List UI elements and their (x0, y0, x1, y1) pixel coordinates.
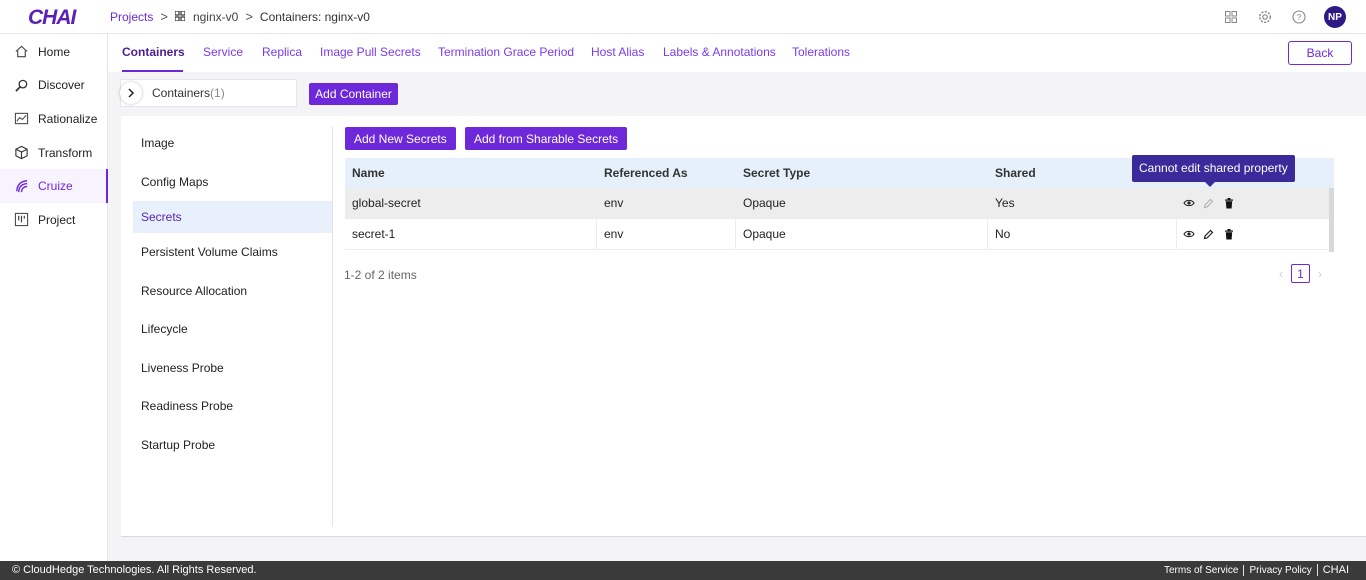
sidebar-item-label: Discover (38, 78, 85, 93)
apps-grid-icon[interactable] (1222, 8, 1240, 26)
tab-bar: Containers Service Replica Image Pull Se… (108, 34, 1366, 72)
sidebar-item-home[interactable]: Home (0, 35, 107, 69)
cruize-icon (16, 179, 28, 192)
pagination-summary: 1-2 of 2 items (344, 268, 417, 282)
tab-image-pull-secrets[interactable]: Image Pull Secrets (320, 45, 421, 59)
sidebar-item-transform[interactable]: Transform (0, 136, 107, 170)
cell-shared: No (988, 219, 1177, 249)
sidebar-item-label: Home (38, 44, 71, 59)
chevron-right-icon[interactable]: › (1318, 267, 1322, 281)
tab-labels-annotations[interactable]: Labels & Annotations (663, 45, 776, 59)
column-header-name: Name (352, 166, 385, 180)
transform-icon (15, 145, 28, 160)
breadcrumb-projects-link[interactable]: Projects (110, 10, 153, 24)
containers-selector[interactable]: Containers(1) (120, 79, 297, 107)
subnav-item-startup-probe[interactable]: Startup Probe (133, 426, 332, 465)
row-actions (1177, 219, 1329, 249)
breadcrumb-separator-icon: > (160, 9, 168, 24)
sidebar-item-discover[interactable]: Discover (0, 69, 107, 103)
eye-icon[interactable] (1182, 197, 1195, 210)
footer: © CloudHedge Technologies. All Rights Re… (0, 561, 1366, 580)
active-tab-indicator (122, 70, 183, 72)
subnav-item-resource-allocation[interactable]: Resource Allocation (133, 272, 332, 311)
gear-icon[interactable] (1256, 8, 1274, 26)
subnav-item-persistent-volume-claims[interactable]: Persistent Volume Claims (133, 233, 332, 272)
add-container-button[interactable]: Add Container (309, 83, 398, 105)
top-bar: CHAI Projects > nginx-v0 > Containers: n… (0, 0, 1366, 34)
tab-replica[interactable]: Replica (262, 45, 302, 59)
cell-name: secret-1 (345, 219, 597, 249)
add-sharable-secrets-button[interactable]: Add from Sharable Secrets (465, 127, 628, 150)
sidebar-item-label: Rationalize (38, 111, 98, 126)
subnav-item-image[interactable]: Image (133, 124, 332, 163)
chevron-right-icon[interactable] (120, 82, 142, 104)
tab-service[interactable]: Service (203, 45, 243, 59)
table-scrollbar[interactable] (1329, 188, 1334, 252)
subnav-item-liveness-probe[interactable]: Liveness Probe (133, 349, 332, 388)
table-row[interactable]: secret-1 env Opaque No (345, 219, 1334, 250)
cell-secret-type: Opaque (736, 188, 988, 218)
divider (332, 126, 333, 526)
tab-host-alias[interactable]: Host Alias (591, 45, 644, 59)
home-icon (15, 45, 28, 58)
subnav-item-config-maps[interactable]: Config Maps (133, 163, 332, 202)
pagination: ‹ 1 › (1279, 264, 1322, 283)
add-new-secrets-button[interactable]: Add New Secrets (345, 127, 456, 150)
sidebar-item-label: Project (38, 212, 76, 227)
container-subnav: Image Config Maps Secrets Persistent Vol… (133, 124, 332, 464)
subnav-item-readiness-probe[interactable]: Readiness Probe (133, 387, 332, 426)
privacy-link[interactable]: Privacy Policy (1243, 564, 1316, 576)
chevron-left-icon[interactable]: ‹ (1279, 267, 1283, 281)
subnav-item-secrets[interactable]: Secrets (133, 201, 332, 233)
tooltip: Cannot edit shared property (1132, 155, 1295, 187)
chai-logo[interactable]: CHAI (28, 6, 76, 30)
cell-referenced-as: env (597, 219, 736, 249)
container-config-panel: Image Config Maps Secrets Persistent Vol… (121, 116, 1366, 537)
breadcrumb-separator-icon: > (245, 9, 253, 24)
sidebar-item-cruize[interactable]: Cruize (0, 169, 108, 203)
cell-secret-type: Opaque (736, 219, 988, 249)
cell-shared: Yes (988, 188, 1177, 218)
containers-count: (1) (210, 86, 225, 100)
trash-icon[interactable] (1222, 228, 1235, 241)
page-number[interactable]: 1 (1291, 264, 1310, 283)
user-avatar[interactable]: NP (1324, 6, 1346, 28)
column-header-secret-type: Secret Type (743, 166, 811, 180)
edit-icon[interactable] (1202, 228, 1215, 241)
back-button[interactable]: Back (1288, 41, 1352, 65)
sidebar-item-label: Cruize (38, 179, 73, 194)
breadcrumb-app-link[interactable]: nginx-v0 (193, 10, 238, 24)
sidebar-item-project[interactable]: Project (0, 203, 107, 237)
footer-brand: CHAI (1316, 564, 1354, 576)
sidebar-item-rationalize[interactable]: Rationalize (0, 102, 107, 136)
cell-referenced-as: env (597, 188, 736, 218)
tab-tolerations[interactable]: Tolerations (792, 45, 850, 59)
svg-text:?: ? (1297, 13, 1302, 22)
copyright-text: © CloudHedge Technologies. All Rights Re… (12, 564, 257, 576)
tab-containers[interactable]: Containers (122, 45, 185, 59)
tab-termination-grace-period[interactable]: Termination Grace Period (438, 45, 574, 59)
sidebar-item-label: Transform (38, 145, 93, 160)
containers-label: Containers(1) (152, 86, 225, 100)
help-icon[interactable]: ? (1290, 8, 1308, 26)
rationalize-icon (14, 113, 29, 125)
column-header-referenced-as: Referenced As (604, 166, 688, 180)
subnav-item-lifecycle[interactable]: Lifecycle (133, 310, 332, 349)
edit-icon[interactable] (1202, 197, 1215, 210)
eye-icon[interactable] (1182, 228, 1195, 241)
breadcrumb-current: Containers: nginx-v0 (259, 9, 370, 24)
cell-name: global-secret (345, 188, 597, 218)
project-icon (14, 213, 29, 227)
breadcrumb: Projects > nginx-v0 > Containers: nginx-… (110, 9, 370, 24)
app-grid-icon (174, 9, 186, 24)
row-actions (1177, 188, 1329, 218)
trash-icon[interactable] (1222, 197, 1235, 210)
terms-link[interactable]: Terms of Service (1159, 565, 1243, 576)
discover-icon (15, 79, 28, 92)
table-row[interactable]: global-secret env Opaque Yes (345, 188, 1334, 219)
sidebar: Home Discover Rationalize Transform Crui… (0, 34, 108, 561)
